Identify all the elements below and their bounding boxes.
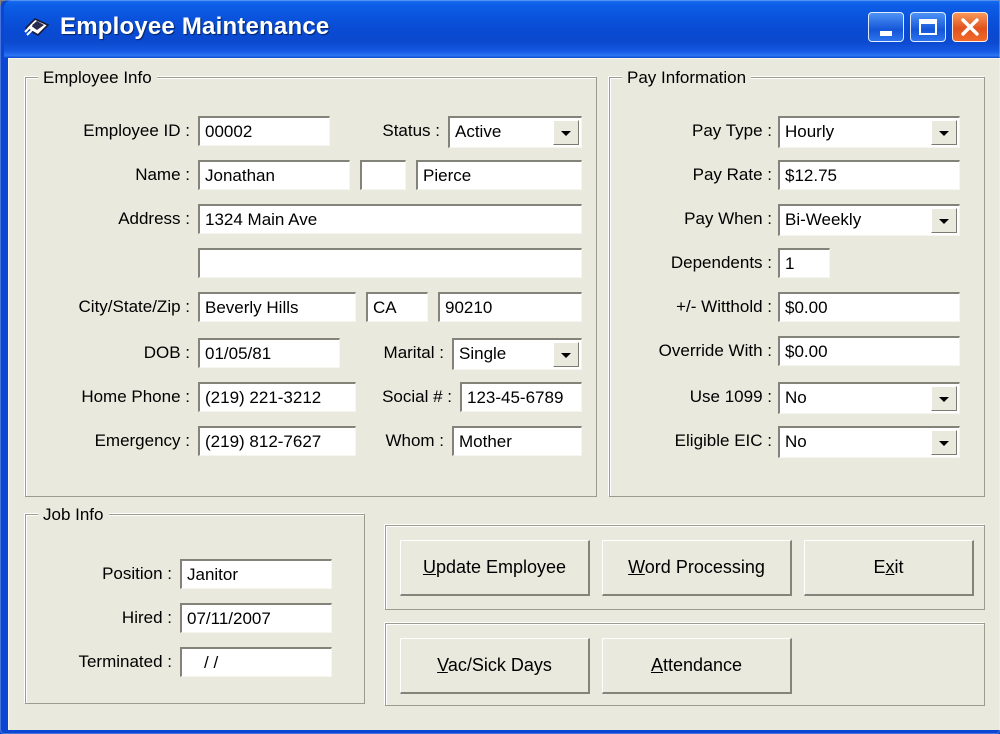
exit-label: Exit xyxy=(873,557,904,577)
group-legend-job-info: Job Info xyxy=(38,505,109,525)
address-line2-input[interactable] xyxy=(198,248,582,278)
label-position: Position : xyxy=(102,564,172,583)
address-line1-input[interactable]: 1324 Main Ave xyxy=(198,204,582,234)
city-input[interactable]: Beverly Hills xyxy=(198,292,356,322)
label-home-phone: Home Phone : xyxy=(81,387,190,406)
use-1099-dropdown[interactable]: No xyxy=(778,382,960,414)
chevron-down-icon[interactable] xyxy=(931,208,957,233)
pay-rate-input[interactable]: $12.75 xyxy=(778,160,960,190)
vac-sick-days-label: Vac/Sick Days xyxy=(437,655,552,675)
exit-button[interactable]: Exit xyxy=(804,540,974,596)
last-name-input[interactable]: Pierce xyxy=(416,160,582,190)
panel-primary-actions: Update Employee Word Processing Exit xyxy=(385,525,985,610)
label-name: Name : xyxy=(135,165,190,184)
state-input[interactable]: CA xyxy=(366,292,428,322)
group-legend-employee-info: Employee Info xyxy=(38,68,157,88)
dependents-input[interactable]: 1 xyxy=(778,248,830,278)
title-bar[interactable]: Employee Maintenance xyxy=(4,0,1000,58)
label-employee-id: Employee ID : xyxy=(83,121,190,140)
middle-initial-input[interactable] xyxy=(360,160,406,190)
label-social: Social # : xyxy=(382,387,452,406)
label-whom: Whom : xyxy=(385,431,444,450)
hired-input[interactable]: 07/11/2007 xyxy=(180,603,332,633)
label-pay-when: Pay When : xyxy=(684,209,772,228)
use-1099-value: No xyxy=(785,388,807,407)
label-eligible-eic: Eligible EIC : xyxy=(674,431,772,450)
label-address: Address : xyxy=(118,209,190,228)
vac-sick-days-accel: V xyxy=(437,655,448,675)
word-processing-accel: W xyxy=(628,557,645,577)
label-city-state-zip: City/State/Zip : xyxy=(78,297,190,316)
home-phone-input[interactable]: (219) 221-3212 xyxy=(198,382,356,412)
attendance-label: Attendance xyxy=(650,655,743,675)
app-diamond-icon xyxy=(22,13,52,43)
eligible-eic-value: No xyxy=(785,432,807,451)
label-dob: DOB : xyxy=(143,343,190,362)
pay-when-value: Bi-Weekly xyxy=(785,210,862,229)
group-pay-information: Pay Information Pay Type : Hourly Pay Ra… xyxy=(609,68,985,497)
position-input[interactable]: Janitor xyxy=(180,559,332,589)
update-employee-label: Update Employee xyxy=(422,557,567,577)
whom-input[interactable]: Mother xyxy=(452,426,582,456)
word-processing-label: Word Processing xyxy=(628,557,765,577)
chevron-down-icon[interactable] xyxy=(553,342,579,367)
close-button[interactable] xyxy=(952,12,988,42)
chevron-down-icon[interactable] xyxy=(931,386,957,411)
chevron-down-icon[interactable] xyxy=(553,120,579,145)
attendance-accel: A xyxy=(650,655,663,675)
override-with-input[interactable]: $0.00 xyxy=(778,336,960,366)
label-terminated: Terminated : xyxy=(78,652,172,671)
first-name-input[interactable]: Jonathan xyxy=(198,160,350,190)
emergency-phone-input[interactable]: (219) 812-7627 xyxy=(198,426,356,456)
group-job-info: Job Info Position : Janitor Hired : 07/1… xyxy=(25,505,365,704)
update-employee-accel: U xyxy=(422,557,436,577)
label-withhold: +/- Witthold : xyxy=(676,297,772,316)
chevron-down-icon[interactable] xyxy=(931,430,957,455)
application-window: Employee Maintenance Employee Info Emplo… xyxy=(0,0,1000,734)
label-emergency: Emergency : xyxy=(94,431,190,450)
group-employee-info: Employee Info Employee ID : 00002 Status… xyxy=(25,68,597,497)
pay-type-value: Hourly xyxy=(785,122,835,141)
maximize-button[interactable] xyxy=(910,12,946,42)
employee-id-input[interactable]: 00002 xyxy=(198,116,330,146)
label-status: Status : xyxy=(382,121,440,140)
label-pay-type: Pay Type : xyxy=(691,121,772,140)
label-override-with: Override With : xyxy=(658,341,772,360)
label-pay-rate: Pay Rate : xyxy=(692,165,772,184)
label-hired: Hired : xyxy=(121,608,172,627)
marital-dropdown[interactable]: Single xyxy=(452,338,582,370)
label-dependents: Dependents : xyxy=(670,253,772,272)
panel-secondary-actions: Vac/Sick Days Attendance xyxy=(385,623,985,706)
window-title: Employee Maintenance xyxy=(60,13,330,40)
word-processing-button[interactable]: Word Processing xyxy=(602,540,792,596)
dialog-client-area: Employee Info Employee ID : 00002 Status… xyxy=(8,58,1000,730)
pay-when-dropdown[interactable]: Bi-Weekly xyxy=(778,204,960,236)
status-dropdown[interactable]: Active xyxy=(448,116,582,148)
label-use-1099: Use 1099 : xyxy=(689,387,772,406)
status-value: Active xyxy=(455,122,502,141)
vac-sick-days-button[interactable]: Vac/Sick Days xyxy=(400,638,590,694)
exit-accel: x xyxy=(885,557,895,577)
dob-input[interactable]: 01/05/81 xyxy=(198,338,340,368)
update-employee-button[interactable]: Update Employee xyxy=(400,540,590,596)
zip-input[interactable]: 90210 xyxy=(438,292,582,322)
label-marital: Marital : xyxy=(383,343,444,362)
eligible-eic-dropdown[interactable]: No xyxy=(778,426,960,458)
social-input[interactable]: 123-45-6789 xyxy=(460,382,582,412)
pay-type-dropdown[interactable]: Hourly xyxy=(778,116,960,148)
terminated-input[interactable]: / / xyxy=(180,647,332,677)
group-legend-pay-information: Pay Information xyxy=(622,68,752,88)
withhold-input[interactable]: $0.00 xyxy=(778,292,960,322)
chevron-down-icon[interactable] xyxy=(931,120,957,145)
attendance-button[interactable]: Attendance xyxy=(602,638,792,694)
marital-value: Single xyxy=(459,344,507,363)
minimize-button[interactable] xyxy=(868,12,904,42)
